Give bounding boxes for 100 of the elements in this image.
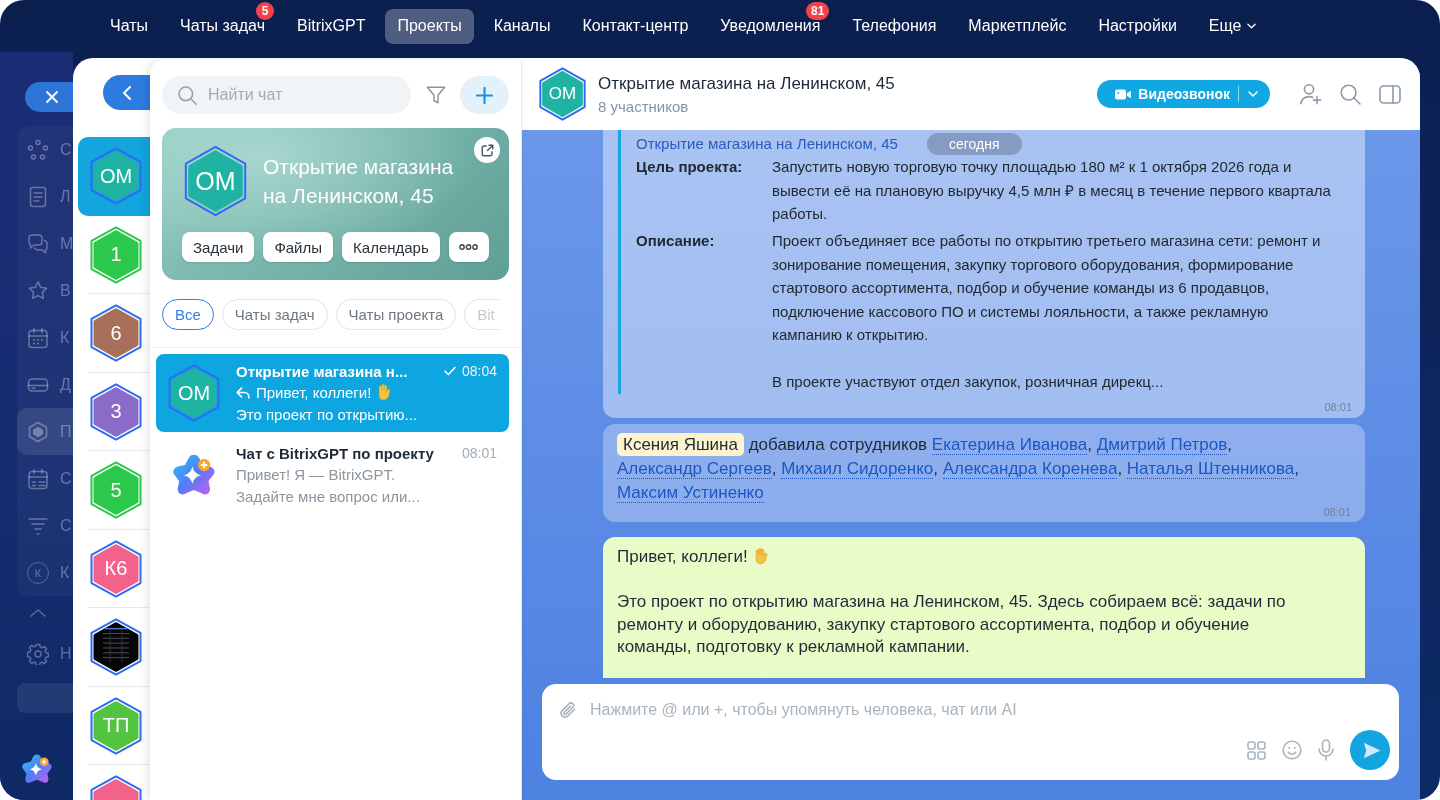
smile-icon[interactable] (1282, 740, 1302, 760)
filter-chip[interactable]: Все (162, 299, 214, 330)
field-value: В проекте участвуют отдел закупок, розничная дирекц... (772, 372, 1165, 392)
project-avatar: ОМ (168, 364, 220, 422)
sidebar-menu-item[interactable]: С (17, 455, 73, 502)
project-rail-item[interactable]: ОМ (78, 137, 150, 216)
project-title: Открытие магазина на Ленинском, 45 (263, 154, 455, 209)
chevron-down-icon (1247, 23, 1257, 29)
photo-avatar (90, 618, 142, 677)
message-preview: Привет, коллеги! (256, 383, 372, 403)
field-value: Запустить новую торговую точку площадью 180 м² к 1 октября 2026 года и вывести её на плановую выручку 4,5 млн ₽ в месяц в течение первого квартала работы. (772, 157, 1332, 224)
project-avatar: ОМ (90, 147, 142, 206)
nav-tab[interactable]: Каналы (481, 8, 563, 44)
project-rail-item[interactable]: 6 (78, 294, 150, 373)
project-card-button[interactable]: Файлы (263, 232, 334, 262)
sidebar-menu-item[interactable]: В (17, 267, 73, 314)
user-link[interactable]: Дмитрий Петров (1096, 434, 1228, 455)
sidebar-menu-item[interactable]: Д (17, 361, 73, 408)
user-link[interactable]: Екатерина Иванова (931, 434, 1088, 455)
external-link-icon (480, 143, 494, 157)
more-icon (459, 244, 479, 250)
chat-title: Открытие магазина н... (236, 362, 409, 380)
nav-tab[interactable]: Настройки (1086, 8, 1189, 44)
search-icon[interactable] (1340, 83, 1361, 105)
sidebar-toggle-icon[interactable] (1379, 84, 1401, 104)
document-icon (27, 185, 49, 208)
member-count[interactable]: 8 участников (598, 96, 689, 116)
nav-tab[interactable]: Контакт-центр (570, 8, 701, 44)
send-button[interactable] (1350, 730, 1390, 770)
project-avatar: ОМ (539, 67, 586, 121)
notification-counter: 5 (256, 1, 274, 20)
star-icon (27, 279, 49, 302)
star-logo-icon (173, 454, 215, 496)
microphone-icon[interactable] (1318, 739, 1334, 761)
chat-title: Чат с BitrixGPT по проекту (236, 444, 435, 462)
user-link[interactable]: Наталья Штенникова (1126, 458, 1295, 479)
close-button[interactable] (25, 82, 73, 112)
project-rail-item[interactable]: 1 (78, 215, 150, 294)
chat-list-item[interactable]: ОМ Открытие магазина н... 08:04 Привет, коллеги! Это проект по открытию... (156, 354, 509, 432)
chat-title: Открытие магазина на Ленинском, 45 (598, 72, 895, 94)
filter-chip[interactable]: Bit (464, 299, 499, 330)
hand-icon (377, 384, 393, 402)
filter-icon[interactable] (426, 85, 446, 105)
project-rail-item[interactable]: К6 (78, 529, 150, 608)
user-link[interactable]: Михаил Сидоренко (781, 458, 934, 479)
open-external-button[interactable] (474, 137, 500, 163)
search-icon (178, 85, 197, 105)
add-user-icon[interactable] (1300, 83, 1322, 105)
sidebar-menu-item[interactable]: С (17, 502, 73, 549)
apps-grid-icon[interactable] (1247, 740, 1266, 760)
chat-bubbles-icon (27, 232, 49, 255)
paperclip-icon[interactable] (559, 700, 577, 720)
sidebar-menu-item[interactable]: М (17, 220, 73, 267)
sidebar-menu-item[interactable]: С (17, 126, 73, 173)
sidebar-menu-item[interactable]: Л (17, 173, 73, 220)
nav-tab[interactable]: Еще (1196, 8, 1269, 44)
user-link[interactable]: Александр Сергеев (617, 458, 772, 479)
project-card-button[interactable]: Задачи (182, 232, 255, 262)
sidebar-menu-item[interactable]: Н (17, 630, 73, 677)
caret-down-icon (1248, 91, 1258, 97)
quote-title[interactable]: Открытие магазина на Ленинском, 45 (636, 132, 898, 155)
sidebar-menu-item[interactable]: П (17, 408, 73, 455)
project-rail-item[interactable]: 3 (78, 372, 150, 451)
project-avatar: 1 (90, 225, 142, 284)
chevron-left-icon (123, 85, 131, 100)
user-link[interactable]: Максим Устиненко (617, 482, 764, 503)
nav-tab[interactable]: BitrixGPT (285, 8, 378, 44)
message-time: 08:01 (1323, 504, 1351, 519)
project-rail-item[interactable]: 5 (78, 451, 150, 530)
chevron-up-icon[interactable] (30, 609, 46, 617)
notification-counter: 81 (806, 1, 830, 20)
nav-tab[interactable]: Чаты (98, 8, 161, 44)
new-chat-button[interactable] (460, 76, 509, 114)
field-label: Описание: (636, 231, 716, 251)
filter-chip[interactable]: Чаты проекта (335, 299, 457, 330)
more-button[interactable] (448, 232, 489, 262)
message-text: Это проект по открытию магазина на Ленинском, 45. Здесь собираем всё: задачи по ремонту и оборудованию, закупку стартового ассортимента, подбор и обучение команды, подготовку к рекламной кампании. (617, 591, 1287, 658)
field-label: Цель проекта: (636, 157, 744, 177)
search-field[interactable]: Найти чат (162, 76, 411, 114)
calendar-icon (27, 326, 49, 349)
nav-tab[interactable]: Маркетплейс (956, 8, 1079, 44)
back-button[interactable] (103, 75, 150, 110)
user-link[interactable]: Александра Коренева (942, 458, 1118, 479)
date-divider: сегодня (927, 133, 1022, 155)
nav-tab[interactable]: Телефония (840, 8, 949, 44)
chat-list-item[interactable]: Чат с BitrixGPT по проекту 08:01 Привет! Я — BitrixGPT. Задайте мне вопрос или... (156, 436, 509, 514)
project-avatar: К6 (90, 539, 142, 598)
project-card-button[interactable]: Календарь (342, 232, 440, 262)
nav-tab[interactable]: Проекты (385, 8, 474, 44)
project-rail-item[interactable]: ТП (78, 686, 150, 765)
user-mention[interactable]: Ксения Яшина (617, 432, 744, 456)
star-logo-icon[interactable] (22, 754, 52, 784)
sidebar-menu-item[interactable]: К (17, 314, 73, 361)
dots-ring-icon (27, 138, 49, 161)
filter-chip[interactable]: Чаты задач (221, 299, 328, 330)
message-input[interactable]: Нажмите @ или +, чтобы упомянуть человека, чат или AI (590, 700, 1390, 720)
chat-time: 08:04 (461, 363, 497, 379)
sidebar-menu-item[interactable]: К К (17, 549, 73, 596)
settings-icon (27, 642, 49, 665)
video-call-button[interactable]: Видеозвонок (1097, 80, 1270, 108)
